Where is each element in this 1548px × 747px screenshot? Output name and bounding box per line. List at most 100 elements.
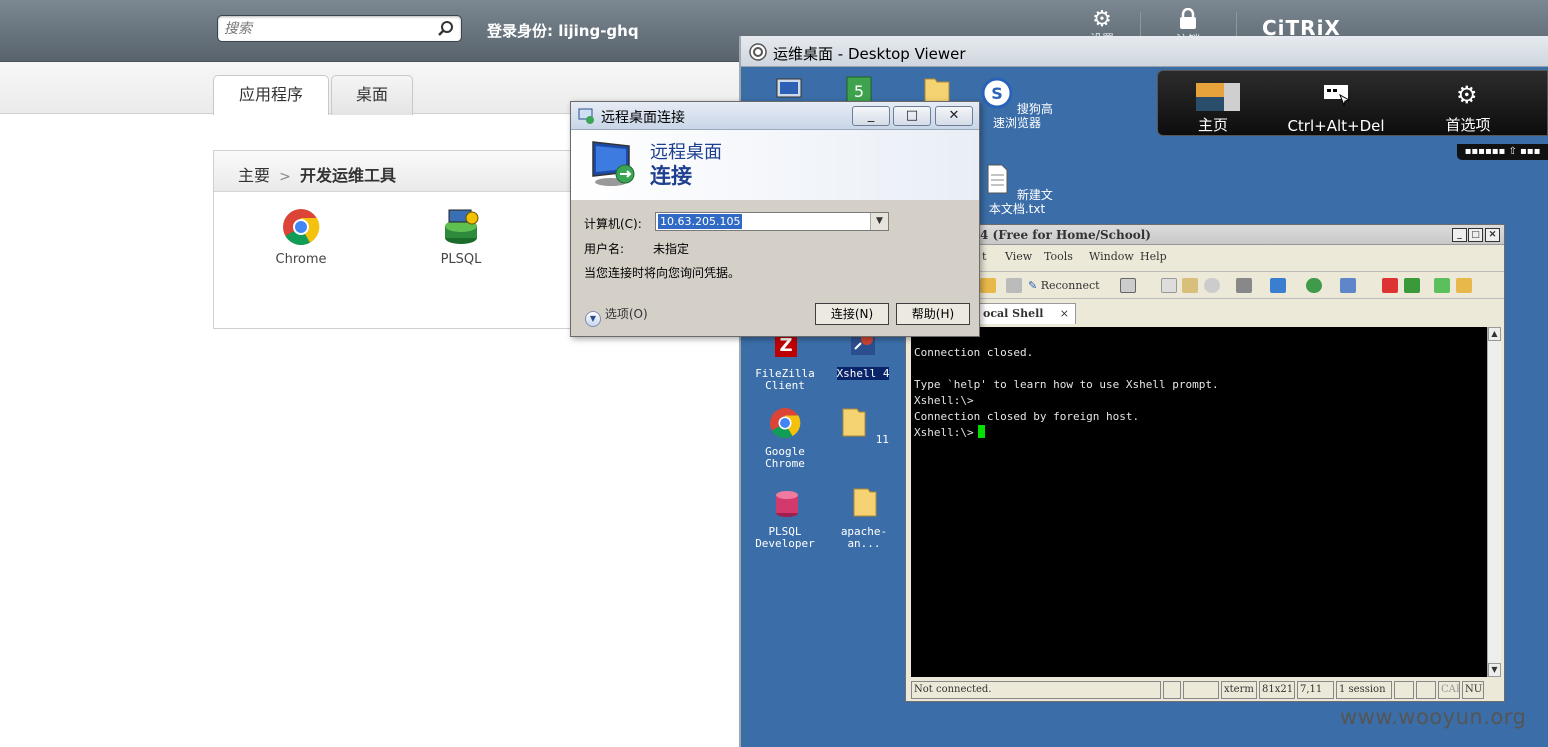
preferences-label: 首选项 [1445, 116, 1491, 134]
desktop-icon-plsql[interactable]: PLSQL Developer [753, 487, 817, 550]
status-blank [1394, 681, 1414, 699]
home-label: 主页 [1197, 116, 1228, 134]
tab-label: ocal Shell [983, 307, 1044, 320]
status-blank [1183, 681, 1219, 699]
menu-window[interactable]: Window [1089, 246, 1134, 268]
desktop-icon-label: Xshell 4 [836, 367, 890, 380]
properties-icon[interactable] [1120, 278, 1136, 293]
rdp-title: 远程桌面连接 [601, 110, 685, 126]
lock-icon [1180, 7, 1196, 29]
rdp-minimize-button[interactable]: _ [852, 106, 890, 126]
menu-tools[interactable]: Tools [1044, 246, 1073, 268]
maximize-button[interactable]: □ [1468, 228, 1483, 242]
ctrl-alt-del-label: Ctrl+Alt+Del [1287, 117, 1385, 135]
layout-icon[interactable] [1434, 278, 1450, 293]
terminal[interactable]: Connection closed. Type `help' to learn … [911, 327, 1487, 677]
desktop-icon-txt[interactable]: 新建文本文档.txt [977, 163, 1057, 216]
disconnect-icon[interactable] [1006, 278, 1022, 293]
app-label: PLSQL [440, 252, 482, 267]
ctrl-alt-del-button[interactable]: Ctrl+Alt+Del [1276, 71, 1396, 137]
xshell-titlebar[interactable]: 4 (Free for Home/School) _ □ ✕ [906, 225, 1504, 245]
lock-key-icon[interactable] [980, 278, 996, 293]
remote-desktop-icon [592, 141, 635, 186]
tab-close-icon[interactable]: × [1060, 304, 1069, 324]
desktop-icon-label: PLSQL Developer [755, 525, 815, 550]
desktop-icon-apache[interactable]: apache-an... [827, 487, 901, 550]
paste-icon[interactable] [1182, 278, 1198, 293]
terminal-scrollbar[interactable]: ▲ ▼ [1487, 327, 1501, 677]
minimize-button[interactable]: _ [1452, 228, 1467, 242]
xshell-window: 4 (Free for Home/School) _ □ ✕ t View To… [905, 224, 1505, 702]
terminal-line: Connection closed. [914, 346, 1034, 359]
chevron-down-icon[interactable]: ▼ [870, 213, 888, 230]
svg-text:S: S [991, 84, 1003, 103]
xshell-toolbar: ✎ Reconnect [906, 271, 1504, 299]
reconnect-label: Reconnect [1040, 279, 1100, 292]
connect-button[interactable]: 连接(N) [815, 303, 889, 325]
text-file-icon [987, 164, 1008, 194]
find-icon[interactable] [1204, 278, 1220, 293]
help-button[interactable]: 帮助(H) [896, 303, 970, 325]
reconnect-button[interactable]: ✎ Reconnect [1028, 279, 1100, 292]
search-input[interactable] [224, 19, 429, 38]
svg-text:5: 5 [854, 82, 864, 101]
breadcrumb-home[interactable]: 主要 [238, 166, 270, 185]
login-identity: 登录身份: lijing-ghq [487, 22, 639, 40]
desktop-viewer-titlebar[interactable]: 运维桌面 - Desktop Viewer [741, 36, 1548, 67]
terminal-cursor [977, 425, 985, 438]
rdp-titlebar[interactable]: 远程桌面连接 _ □ ✕ [571, 102, 979, 130]
terminal-line: Connection closed by foreign host. [914, 410, 1140, 423]
desktop-icon-sogou[interactable]: S 搜狗高速浏览器 [977, 77, 1057, 130]
transfer-icon[interactable] [1270, 278, 1286, 293]
scroll-up-icon[interactable]: ▲ [1488, 327, 1501, 341]
rdp-close-button[interactable]: ✕ [935, 106, 973, 126]
desktop-icon-label: 11 [875, 433, 889, 446]
menu-help[interactable]: Help [1140, 246, 1167, 268]
status-connection: Not connected. [911, 681, 1161, 699]
lock-icon[interactable] [1456, 278, 1472, 293]
menu-view[interactable]: View [1005, 246, 1032, 268]
computer-combobox[interactable]: 10.63.205.105 ▼ [655, 212, 889, 231]
desktop-icon-chrome[interactable]: Google Chrome [753, 407, 817, 470]
script-icon[interactable] [1404, 278, 1420, 293]
options-label: 选项(O) [604, 307, 648, 321]
keyboard-icon [1324, 85, 1350, 107]
tab-local-shell[interactable]: ocal Shell × [976, 303, 1076, 324]
desktop-viewer-title: 运维桌面 - Desktop Viewer [773, 45, 966, 63]
tab-desktops[interactable]: 桌面 [331, 75, 413, 115]
desktop-icon-folder-11[interactable]: 11 [831, 407, 895, 446]
options-toggle[interactable]: ▼ 选项(O) [585, 303, 653, 327]
desktop-icon-filezilla[interactable]: Z FileZilla Client [753, 329, 817, 392]
font-icon[interactable] [1340, 278, 1356, 293]
tab-applications[interactable]: 应用程序 [213, 75, 329, 115]
copy-icon[interactable] [1161, 278, 1177, 293]
terminal-prompt: Xshell:\> [914, 426, 974, 439]
globe-icon[interactable] [1306, 278, 1322, 293]
citrix-viewer-toolbar: 主页 Ctrl+Alt+Del ⚙ 首选项 [1157, 70, 1548, 136]
rdp-maximize-button[interactable]: □ [893, 106, 931, 126]
plsql-developer-icon [776, 491, 798, 517]
xshell-statusbar: Not connected. xterm 81x21 7,11 1 sessio… [911, 681, 1501, 699]
app-label: Chrome [275, 252, 327, 267]
home-button[interactable]: 主页 [1158, 71, 1248, 137]
status-cursor-pos: 7,11 [1297, 681, 1334, 699]
scroll-down-icon[interactable]: ▼ [1488, 663, 1501, 677]
username-label: 用户名: [584, 242, 625, 256]
close-button[interactable]: ✕ [1485, 228, 1500, 242]
search-box[interactable] [217, 15, 462, 42]
app-plsql[interactable]: PLSQL [421, 208, 501, 267]
print-icon[interactable] [1236, 278, 1252, 293]
search-icon[interactable] [437, 20, 455, 38]
reconnect-icon: ✎ [1028, 279, 1038, 292]
plsql-icon [445, 209, 479, 244]
status-blank [1163, 681, 1181, 699]
xftp-icon[interactable] [1382, 278, 1398, 293]
app-chrome[interactable]: Chrome [261, 208, 341, 267]
menu-edit[interactable]: t [982, 246, 986, 268]
toolbar-collapse-handle[interactable]: ▪▪▪▪▪▪ ⇧ ▪▪▪ [1457, 144, 1548, 160]
computer-value: 10.63.205.105 [658, 214, 743, 229]
citrix-receiver-icon [749, 43, 767, 61]
status-num: NUM [1462, 681, 1484, 699]
svg-text:Z: Z [779, 335, 792, 356]
preferences-button[interactable]: ⚙ 首选项 [1408, 71, 1528, 137]
